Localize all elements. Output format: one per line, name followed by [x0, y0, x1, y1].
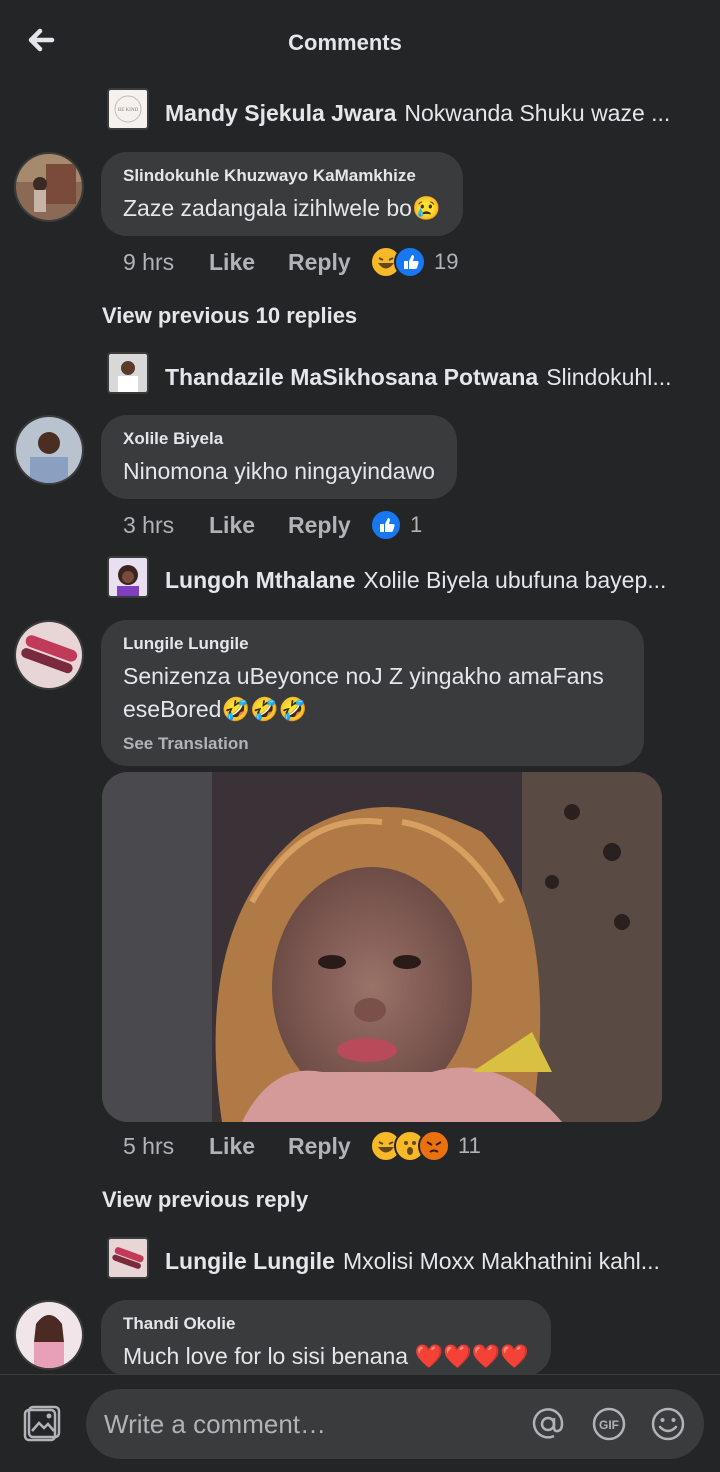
- comment-composer-bar: GIF: [0, 1374, 720, 1472]
- comment-photo[interactable]: [102, 772, 662, 1122]
- view-previous-replies[interactable]: View previous reply: [102, 1187, 308, 1213]
- avatar[interactable]: [14, 415, 84, 485]
- reply-button[interactable]: Reply: [288, 1133, 370, 1160]
- comment-bubble: Slindokuhle Khuzwayo KaMamkhize Zaze zad…: [101, 152, 463, 236]
- collapsed-reply[interactable]: Mandy Sjekula Jwara Nokwanda Shuku waze .…: [165, 100, 690, 130]
- svg-text:BE KIND: BE KIND: [118, 108, 139, 113]
- gif-icon[interactable]: GIF: [591, 1406, 627, 1442]
- reply-avatar[interactable]: BE KIND: [107, 88, 149, 130]
- reaction-count: 19: [434, 249, 459, 274]
- reactions[interactable]: 19: [370, 246, 458, 278]
- timestamp: 5 hrs: [123, 1132, 175, 1159]
- timestamp: 3 hrs: [123, 511, 175, 538]
- reply-avatar[interactable]: [107, 1237, 149, 1279]
- like-reaction-icon: [394, 246, 426, 278]
- see-translation-link[interactable]: See Translation: [123, 734, 622, 754]
- reply-snippet: Xolile Biyela ubufuna bayep...: [363, 567, 667, 593]
- comment-text: Zaze zadangala izihlwele bo😢: [123, 195, 441, 221]
- comment-text: Ninomona yikho ningayindawo: [123, 458, 435, 484]
- page-title: Comments: [288, 30, 402, 55]
- comment-author[interactable]: Lungile Lungile: [123, 634, 622, 654]
- reply-author[interactable]: Thandazile MaSikhosana Potwana: [165, 364, 538, 390]
- comment-bubble: Xolile Biyela Ninomona yikho ningayindaw…: [101, 415, 457, 499]
- comment-bubble: Lungile Lungile Senizenza uBeyonce noJ Z…: [101, 620, 644, 766]
- comment-author[interactable]: Xolile Biyela: [123, 429, 435, 449]
- reply-snippet: Mxolisi Moxx Makhathini kahl...: [342, 1248, 660, 1274]
- comment-text: Much love for lo sisi benana ❤️❤️❤️❤️: [123, 1343, 530, 1369]
- like-button[interactable]: Like: [209, 249, 288, 276]
- comment-actions: 5 hrs Like Reply 11: [123, 1130, 481, 1162]
- timestamp: 9 hrs: [123, 248, 175, 275]
- angry-reaction-icon: [418, 1130, 450, 1162]
- reply-author[interactable]: Lungoh Mthalane: [165, 567, 355, 593]
- comment-author[interactable]: Slindokuhle Khuzwayo KaMamkhize: [123, 166, 441, 186]
- comment-actions: 3 hrs Like Reply 1: [123, 509, 422, 541]
- reaction-count: 11: [458, 1133, 481, 1158]
- comment-author[interactable]: Thandi Okolie: [123, 1314, 529, 1334]
- crying-emoji: 😢: [411, 195, 441, 221]
- mention-icon[interactable]: [530, 1406, 566, 1442]
- collapsed-reply[interactable]: Lungile Lungile Mxolisi Moxx Makhathini k…: [165, 1248, 690, 1278]
- like-button[interactable]: Like: [209, 1133, 288, 1160]
- comment-text: Senizenza uBeyonce noJ Z yingakho amaFan…: [123, 663, 604, 722]
- view-previous-replies[interactable]: View previous 10 replies: [102, 303, 357, 329]
- svg-text:GIF: GIF: [599, 1418, 619, 1432]
- avatar[interactable]: [14, 152, 84, 222]
- comment-input-container: GIF: [86, 1389, 704, 1459]
- reactions[interactable]: 11: [370, 1130, 481, 1162]
- reply-avatar[interactable]: [107, 352, 149, 394]
- photo-icon[interactable]: [20, 1405, 62, 1445]
- reactions[interactable]: 1: [370, 509, 422, 541]
- reaction-count: 1: [410, 512, 423, 537]
- reply-author[interactable]: Mandy Sjekula Jwara: [165, 100, 396, 126]
- avatar[interactable]: [14, 620, 84, 690]
- comment-input[interactable]: [104, 1404, 524, 1444]
- reply-author[interactable]: Lungile Lungile: [165, 1248, 335, 1274]
- collapsed-reply[interactable]: Lungoh Mthalane Xolile Biyela ubufuna bay…: [165, 567, 690, 597]
- header: Comments: [0, 0, 720, 84]
- avatar[interactable]: [14, 1300, 84, 1370]
- collapsed-reply[interactable]: Thandazile MaSikhosana Potwana Slindokuhl…: [165, 364, 690, 394]
- comment-actions: 9 hrs Like Reply 19: [123, 246, 458, 278]
- like-button[interactable]: Like: [209, 512, 288, 539]
- reply-button[interactable]: Reply: [288, 512, 370, 539]
- reply-snippet: Nokwanda Shuku waze ...: [404, 100, 671, 126]
- reply-snippet: Slindokuhl...: [546, 364, 672, 390]
- reply-button[interactable]: Reply: [288, 249, 370, 276]
- like-reaction-icon: [370, 509, 402, 541]
- comment-bubble: Thandi Okolie Much love for lo sisi bena…: [101, 1300, 552, 1376]
- reply-avatar[interactable]: [107, 556, 149, 598]
- emoji-icon[interactable]: [650, 1406, 686, 1442]
